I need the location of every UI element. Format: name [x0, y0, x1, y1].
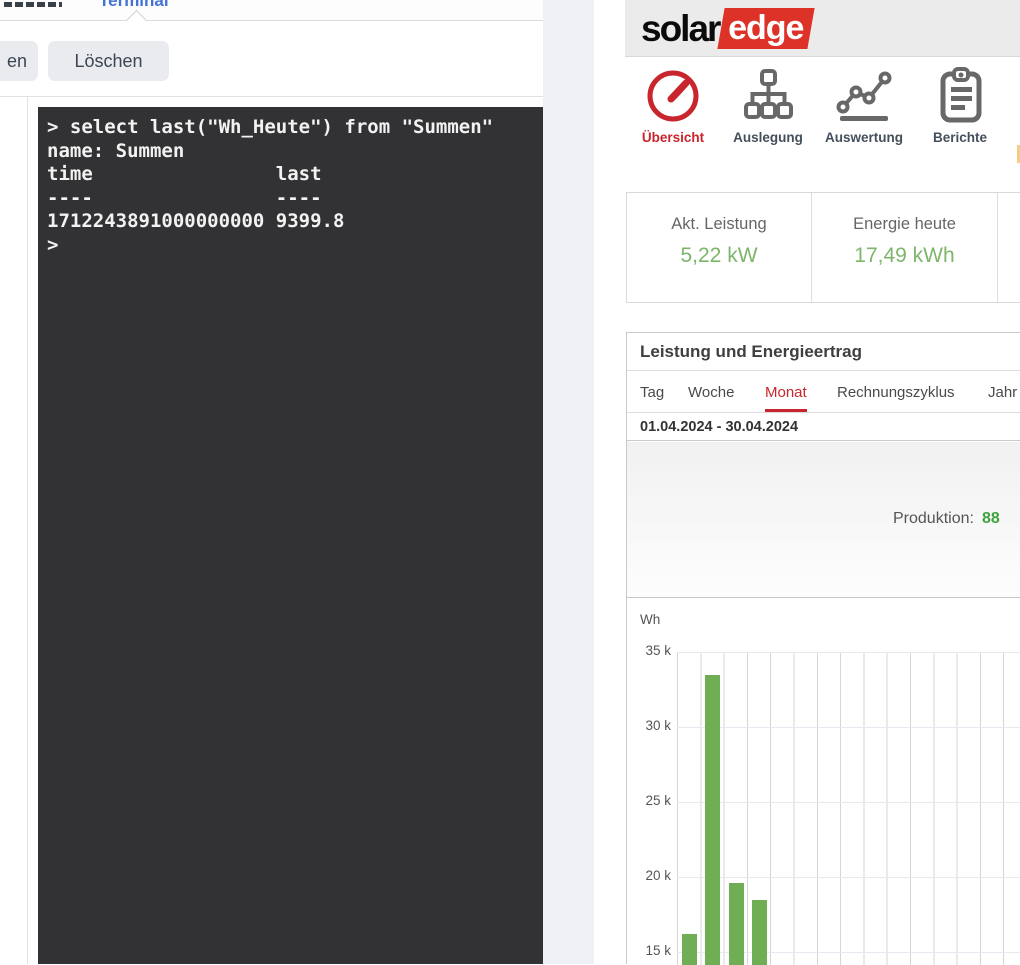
y-tick-label: 15 k: [627, 943, 671, 958]
terminal-console[interactable]: > select last("Wh_Heute") from "Summen" …: [38, 107, 543, 964]
y-tick-label: 35 k: [627, 643, 671, 658]
bar-day-2[interactable]: [705, 675, 720, 965]
date-range-row: 01.04.2024 - 30.04.2024: [627, 414, 1020, 441]
tab-rechnungszyklus[interactable]: Rechnungszyklus: [837, 384, 955, 401]
production-label: Produktion:: [893, 510, 974, 527]
chart-period-tabs: Tag Woche Monat Rechnungszyklus Jahr: [627, 372, 1020, 413]
nav-item-auswertung[interactable]: Auswertung: [818, 66, 910, 162]
clipped-tab[interactable]: [4, 2, 62, 7]
production-value: 88: [982, 510, 1000, 527]
nav-label: Übersicht: [627, 130, 719, 145]
h-gridline: [677, 802, 1020, 803]
card-clipped: [997, 193, 1020, 302]
chart-summary-strip: Produktion: 88: [627, 442, 1020, 598]
layout-hierarchy-icon: [739, 66, 797, 124]
h-gridline: [677, 877, 1020, 878]
card-energie-heute: Energie heute 17,49 kWh: [811, 193, 997, 302]
nav-label: Auslegung: [722, 130, 814, 145]
h-gridline: [677, 652, 1020, 653]
panel-divider: [0, 96, 543, 97]
tab-bar: Terminal: [0, 0, 543, 21]
clipboard-report-icon: [931, 66, 989, 124]
bar-day-1[interactable]: [682, 934, 697, 965]
card-value: 17,49 kWh: [812, 244, 997, 268]
card-value: 5,22 kW: [627, 244, 811, 268]
card-label: Energie heute: [812, 215, 997, 234]
solaredge-window: solaredge Übersicht Auslegung: [594, 0, 1020, 964]
nav-item-auslegung[interactable]: Auslegung: [722, 66, 814, 162]
tab-terminal-label: Terminal: [99, 0, 191, 11]
bar-day-4[interactable]: [752, 900, 767, 965]
tab-terminal[interactable]: Terminal: [99, 0, 191, 20]
logo-text-edge: edge: [729, 8, 804, 48]
chart-panel: Leistung und Energieertrag Tag Woche Mon…: [626, 332, 1020, 964]
execute-button-clipped[interactable]: en: [0, 41, 38, 81]
chart-panel-title-row: Leistung und Energieertrag: [627, 333, 1020, 371]
gauge-icon: [644, 66, 702, 124]
trend-chart-icon: [835, 66, 893, 124]
chart-panel-title: Leistung und Energieertrag: [640, 342, 862, 362]
bar-chart: Wh 35 k 30 k 25 k 20 k 15 k: [627, 599, 1020, 965]
card-akt-leistung: Akt. Leistung 5,22 kW: [627, 193, 811, 302]
logo-text-solar: solar: [641, 8, 719, 49]
nav-item-berichte[interactable]: Berichte: [914, 66, 1006, 162]
summary-cards-panel: Akt. Leistung 5,22 kW Energie heute 17,4…: [626, 192, 1020, 303]
card-label: Akt. Leistung: [627, 215, 811, 234]
panel-border: [27, 96, 28, 964]
tab-tag[interactable]: Tag: [640, 384, 664, 401]
date-range: 01.04.2024 - 30.04.2024: [640, 419, 798, 435]
y-tick-label: 30 k: [627, 718, 671, 733]
window-gap: [543, 0, 594, 964]
terminal-window: Terminal en Löschen > select last("Wh_He…: [0, 0, 543, 964]
solaredge-header: solaredge: [625, 0, 1020, 57]
nav-item-uebersicht[interactable]: Übersicht: [627, 66, 719, 162]
tab-jahr[interactable]: Jahr: [988, 384, 1017, 401]
production-summary: Produktion: 88: [893, 510, 1000, 528]
y-axis-unit: Wh: [640, 612, 660, 627]
nav-label: Auswertung: [818, 130, 910, 145]
bar-day-3[interactable]: [729, 883, 744, 965]
clear-button[interactable]: Löschen: [48, 41, 169, 81]
nav-label: Berichte: [914, 130, 1006, 145]
plot-area: [677, 652, 1020, 965]
logo-red-flag: edge: [718, 8, 816, 49]
terminal-output: > select last("Wh_Heute") from "Summen" …: [38, 107, 543, 257]
solaredge-logo: solaredge: [641, 8, 812, 49]
tab-monat[interactable]: Monat: [765, 384, 807, 412]
h-gridline: [677, 727, 1020, 728]
y-tick-label: 25 k: [627, 793, 671, 808]
tab-woche[interactable]: Woche: [688, 384, 734, 401]
y-tick-label: 20 k: [627, 868, 671, 883]
